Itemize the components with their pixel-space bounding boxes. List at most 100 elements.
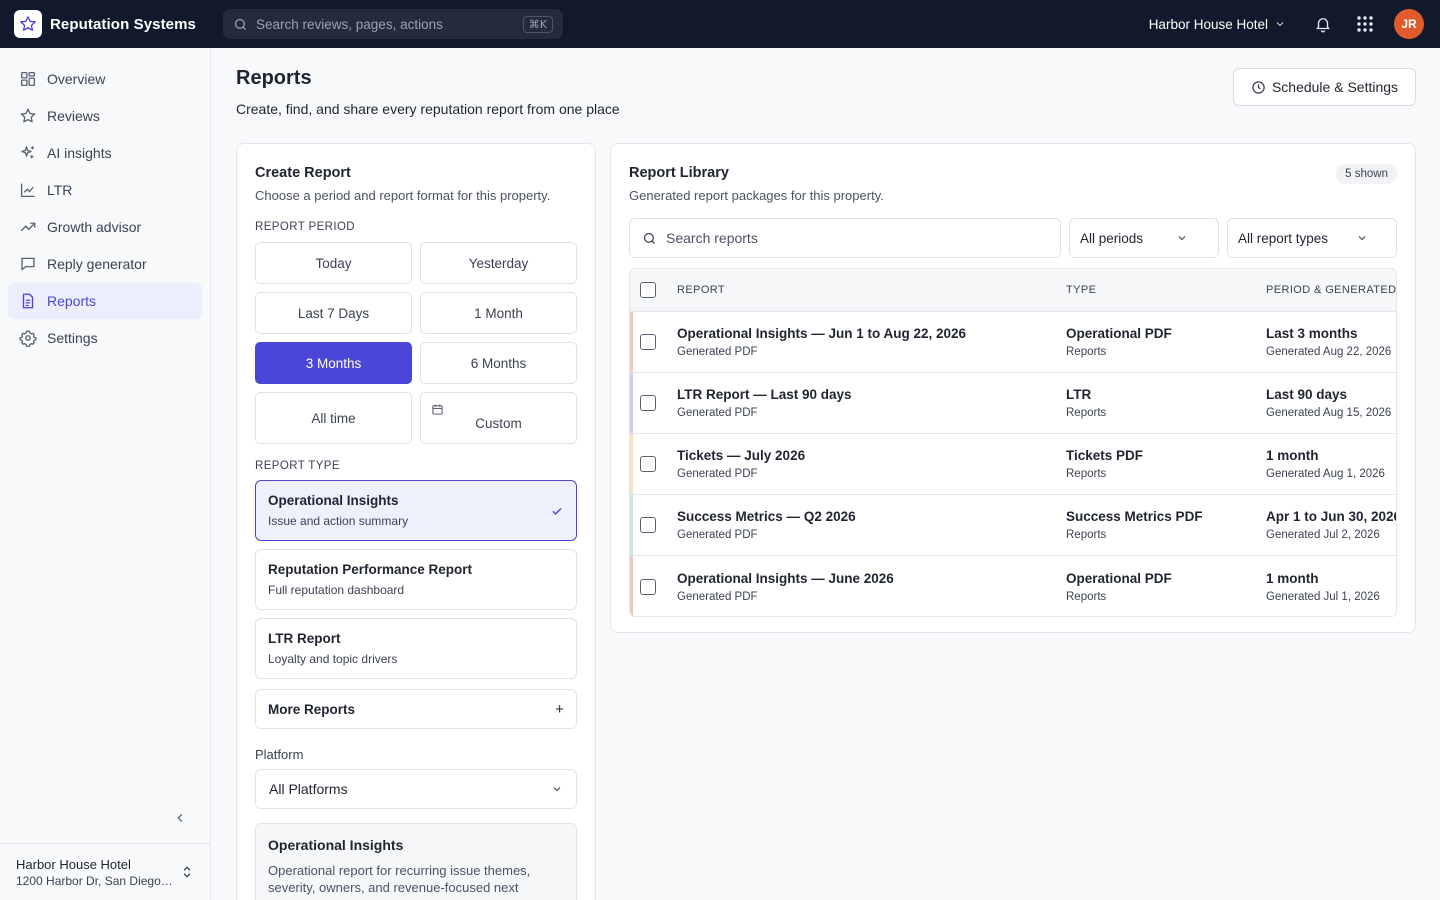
sidebar-item-label: Reports xyxy=(47,293,97,309)
brand[interactable]: Reputation Systems xyxy=(14,10,223,38)
global-search[interactable]: Search reviews, pages, actions ⌘K xyxy=(223,9,563,39)
report-type-filter-select[interactable]: All report types xyxy=(1227,218,1397,258)
column-header-report[interactable]: REPORT xyxy=(677,284,1066,296)
report-name[interactable]: Success Metrics — Q2 2026 xyxy=(677,509,1066,524)
table-header: REPORT TYPE PERIOD & GENERATED xyxy=(630,269,1396,312)
sidebar-item-label: Reviews xyxy=(47,108,100,124)
document-icon xyxy=(19,292,47,310)
report-format: Generated PDF xyxy=(677,468,758,480)
period-filter-value: All periods xyxy=(1080,230,1144,246)
sidebar-item-label: LTR xyxy=(47,182,73,198)
brand-name: Reputation Systems xyxy=(50,15,196,33)
page-subtitle: Create, find, and share every reputation… xyxy=(236,101,620,117)
more-reports-button[interactable]: More Reports + xyxy=(255,689,577,729)
row-accent xyxy=(630,434,633,494)
sidebar-item-ltr[interactable]: LTR xyxy=(8,172,202,208)
sidebar-item-growth-advisor[interactable]: Growth advisor xyxy=(8,209,202,245)
schedule-settings-label: Schedule & Settings xyxy=(1271,79,1399,95)
apps-grid-icon[interactable] xyxy=(1356,15,1374,33)
sidebar-item-settings[interactable]: Settings xyxy=(8,320,202,356)
row-checkbox[interactable] xyxy=(640,456,656,472)
report-type: Operational PDF xyxy=(1066,570,1172,586)
platform-label: Platform xyxy=(255,747,304,762)
sidebar: Overview Reviews AI insights LTR Growth … xyxy=(0,48,211,900)
table-row[interactable]: Tickets — July 2026 Generated PDF Tickets… xyxy=(630,434,1396,495)
report-category: Reports xyxy=(1066,529,1107,541)
report-generated: Generated Aug 22, 2026 xyxy=(1266,346,1392,358)
period-6-months-button[interactable]: 6 Months xyxy=(420,342,577,384)
report-period: Apr 1 to Jun 30, 2026 xyxy=(1266,509,1397,524)
row-checkbox[interactable] xyxy=(640,517,656,533)
report-period: Last 90 days xyxy=(1266,387,1348,402)
property-selector[interactable]: Harbor House Hotel 1200 Harbor Dr, San D… xyxy=(0,843,210,900)
report-search-input[interactable]: Search reports xyxy=(629,218,1061,258)
star-icon xyxy=(19,107,47,125)
table-row[interactable]: Operational Insights — June 2026 Generate… xyxy=(630,556,1396,616)
report-category: Reports xyxy=(1066,346,1107,358)
report-type-name: Operational Insights xyxy=(268,493,399,508)
top-bar: Reputation Systems Search reviews, pages… xyxy=(0,0,1440,48)
report-name[interactable]: Tickets — July 2026 xyxy=(677,448,1066,463)
row-checkbox[interactable] xyxy=(640,395,656,411)
report-count-badge: 5 shown xyxy=(1336,164,1397,184)
period-3-months-button[interactable]: 3 Months xyxy=(255,342,412,384)
table-row[interactable]: Success Metrics — Q2 2026 Generated PDF S… xyxy=(630,495,1396,556)
report-format: Generated PDF xyxy=(677,590,758,603)
collapse-sidebar-button[interactable] xyxy=(170,808,190,828)
plus-icon: + xyxy=(555,700,564,718)
sidebar-item-reports[interactable]: Reports xyxy=(8,283,202,319)
column-header-type[interactable]: TYPE xyxy=(1066,284,1266,296)
row-checkbox[interactable] xyxy=(640,578,656,595)
period-all-time-button[interactable]: All time xyxy=(255,392,412,444)
sidebar-nav: Overview Reviews AI insights LTR Growth … xyxy=(0,48,210,370)
period-today-button[interactable]: Today xyxy=(255,242,412,284)
report-type-description: Issue and action summary xyxy=(268,514,409,528)
select-all-checkbox[interactable] xyxy=(640,282,656,298)
clock-icon xyxy=(1251,80,1266,95)
report-name[interactable]: Operational Insights — June 2026 xyxy=(677,571,1066,586)
sidebar-item-overview[interactable]: Overview xyxy=(8,61,202,97)
report-period-label: REPORT PERIOD xyxy=(255,221,355,233)
report-type-description: Full reputation dashboard xyxy=(268,583,405,597)
avatar[interactable]: JR xyxy=(1394,9,1424,39)
report-generated: Generated Jul 1, 2026 xyxy=(1266,590,1380,603)
report-generated: Generated Jul 2, 2026 xyxy=(1266,529,1380,541)
report-summary: Operational Insights Operational report … xyxy=(255,823,577,900)
report-type: Tickets PDF xyxy=(1066,448,1144,463)
period-yesterday-button[interactable]: Yesterday xyxy=(420,242,577,284)
period-last-7-days-button[interactable]: Last 7 Days xyxy=(255,292,412,334)
report-name[interactable]: Operational Insights — Jun 1 to Aug 22, … xyxy=(677,326,1066,341)
report-table: REPORT TYPE PERIOD & GENERATED Operation… xyxy=(629,268,1397,617)
property-name: Harbor House Hotel xyxy=(16,856,131,872)
report-type-reputation-performance[interactable]: Reputation Performance Report Full reput… xyxy=(255,549,577,610)
report-category: Reports xyxy=(1066,407,1107,419)
sidebar-item-label: Reply generator xyxy=(47,256,147,272)
period-1-month-button[interactable]: 1 Month xyxy=(420,292,577,334)
schedule-settings-button[interactable]: Schedule & Settings xyxy=(1233,68,1416,106)
row-checkbox[interactable] xyxy=(640,334,656,350)
report-type-ltr[interactable]: LTR Report Loyalty and topic drivers xyxy=(255,618,577,679)
sparkle-icon xyxy=(19,144,47,162)
table-row[interactable]: LTR Report — Last 90 days Generated PDF L… xyxy=(630,373,1396,434)
table-row[interactable]: Operational Insights — Jun 1 to Aug 22, … xyxy=(630,312,1396,373)
chevron-down-icon xyxy=(1356,232,1368,244)
period-options: Today Yesterday Last 7 Days 1 Month 3 Mo… xyxy=(255,242,577,444)
sidebar-item-label: Overview xyxy=(47,71,106,87)
property-address: 1200 Harbor Dr, San Diego, CA xyxy=(16,873,174,888)
column-header-period[interactable]: PERIOD & GENERATED xyxy=(1266,284,1396,296)
platform-select[interactable]: All Platforms xyxy=(255,769,577,809)
report-category: Reports xyxy=(1066,468,1107,480)
report-type-operational-insights[interactable]: Operational Insights Issue and action su… xyxy=(255,480,577,541)
sidebar-item-reply-generator[interactable]: Reply generator xyxy=(8,246,202,282)
sidebar-item-ai-insights[interactable]: AI insights xyxy=(8,135,202,171)
report-summary-title: Operational Insights xyxy=(268,837,404,853)
report-period: Last 3 months xyxy=(1266,326,1358,341)
period-custom-button[interactable]: Custom xyxy=(420,392,577,444)
sidebar-item-reviews[interactable]: Reviews xyxy=(8,98,202,134)
period-filter-select[interactable]: All periods xyxy=(1069,218,1219,258)
property-switcher[interactable]: Harbor House Hotel xyxy=(1149,17,1286,32)
report-name[interactable]: LTR Report — Last 90 days xyxy=(677,387,1066,402)
bell-icon[interactable] xyxy=(1314,15,1332,33)
report-library-subtitle: Generated report packages for this prope… xyxy=(629,188,884,203)
report-type-label: REPORT TYPE xyxy=(255,460,340,472)
